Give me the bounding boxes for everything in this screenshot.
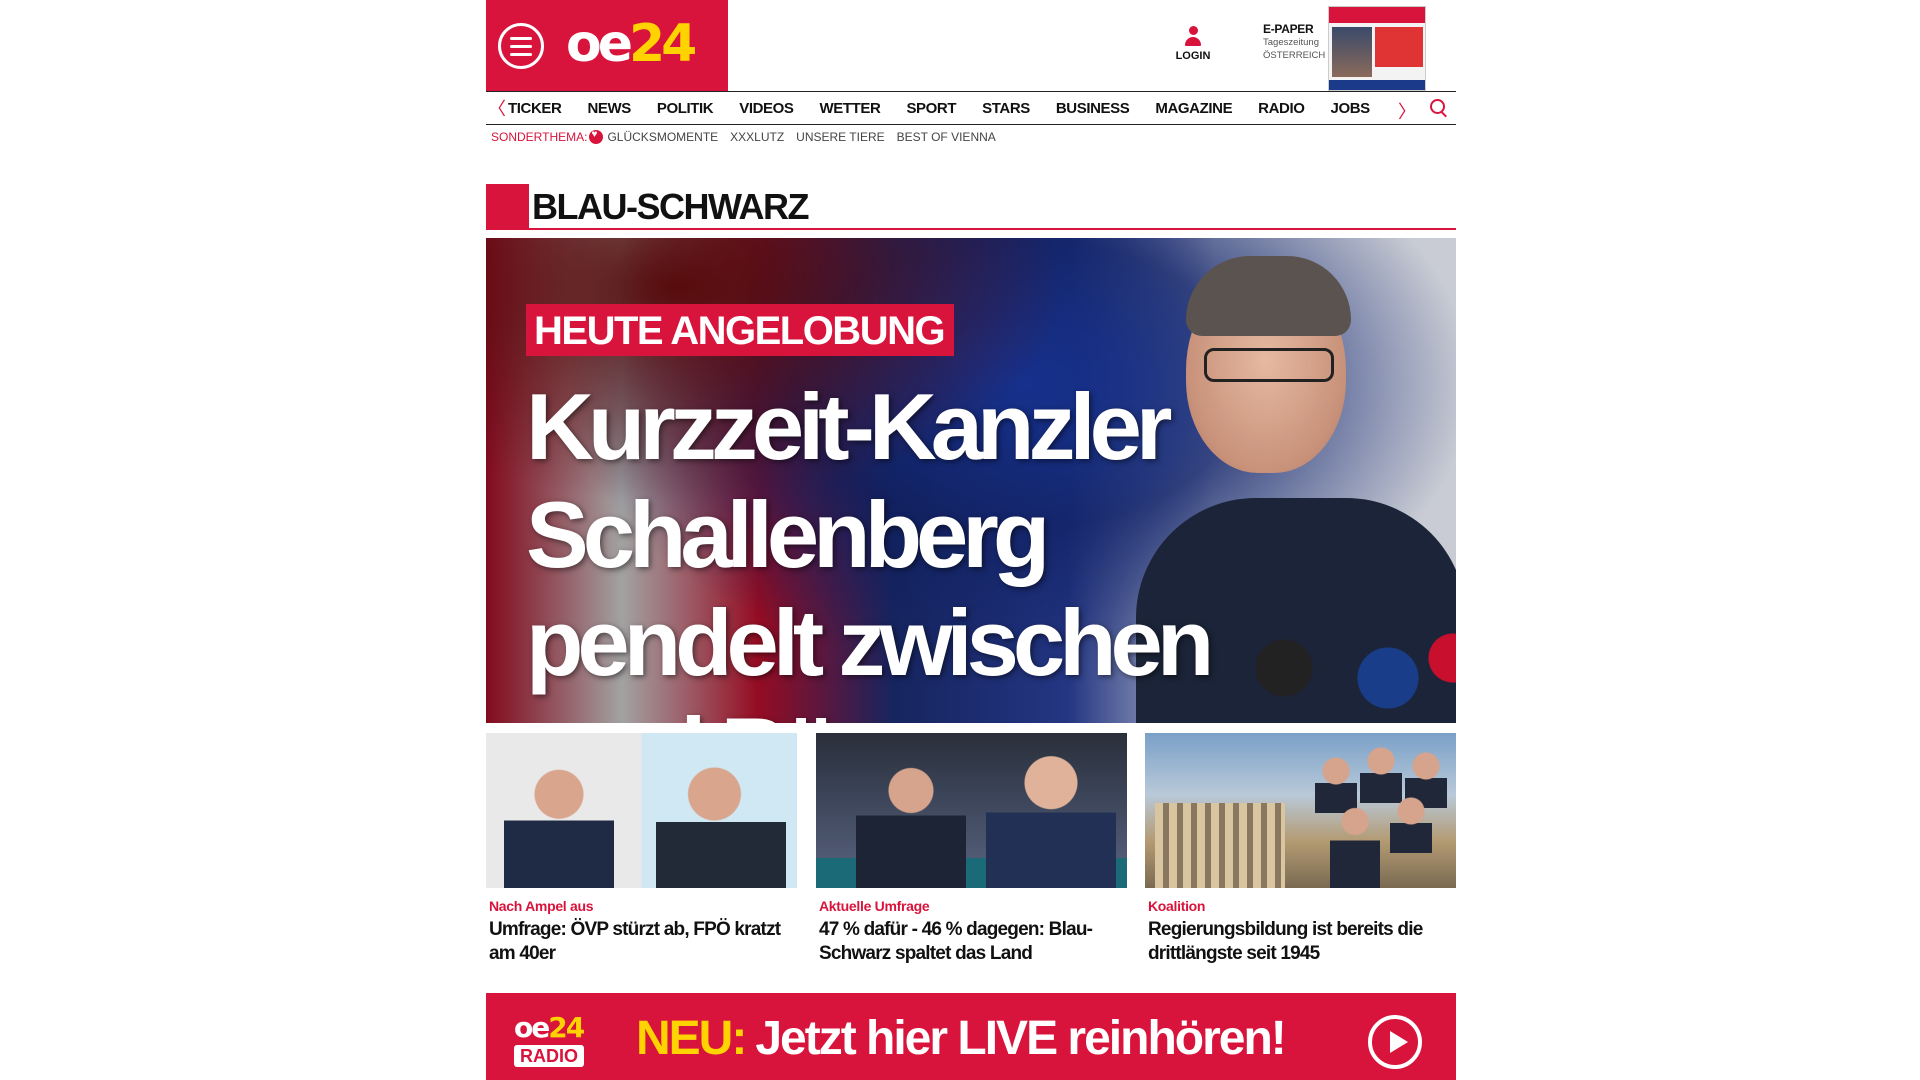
nav-item-politik[interactable]: POLITIK	[657, 100, 714, 117]
search-icon[interactable]	[1430, 99, 1448, 117]
nav-item-videos[interactable]: VIDEOS	[739, 100, 794, 117]
teaser-title[interactable]: 47 % dafür - 46 % dagegen: Blau-Schwarz …	[816, 918, 1127, 966]
teaser-kicker: Aktuelle Umfrage	[819, 898, 930, 914]
epaper-title: E-PAPER	[1263, 22, 1314, 36]
nav-item-radio[interactable]: RADIO	[1258, 100, 1305, 117]
teaser-title[interactable]: Umfrage: ÖVP stürzt ab, FPÖ kratzt am 40…	[486, 918, 797, 966]
hero-headline[interactable]: Kurzzeit-Kanzler Schallenberg pendelt zw…	[526, 373, 1286, 723]
nav-item-ticker[interactable]: TICKER	[508, 100, 562, 117]
special-topic-unsere-tiere[interactable]: UNSERE TIERE	[796, 130, 884, 144]
special-topic-gluecksmomente[interactable]: GLÜCKSMOMENTE	[607, 130, 718, 144]
teaser-row: Nach Ampel aus Umfrage: ÖVP stürzt ab, F…	[486, 733, 1456, 973]
hero-kicker: HEUTE ANGELOBUNG	[526, 304, 955, 356]
special-topics-bar: SONDERTHEMA: GLÜCKSMOMENTE XXXLUTZ UNSER…	[491, 129, 1008, 144]
teaser-image[interactable]	[816, 733, 1127, 888]
teaser-card[interactable]: Aktuelle Umfrage 47 % dafür - 46 % dageg…	[816, 733, 1127, 966]
logo-oe: oe	[566, 14, 633, 74]
epaper-link[interactable]: E-PAPER Tageszeitung ÖSTERREICH	[1263, 22, 1333, 62]
special-topic-xxxlutz[interactable]: XXXLUTZ	[730, 130, 784, 144]
site-header: oe24 LOGIN E-PAPER Tageszeitung ÖSTERREI…	[486, 0, 1456, 144]
nav-item-news[interactable]: NEWS	[587, 100, 631, 117]
special-topics-label: SONDERTHEMA:	[491, 130, 588, 144]
teaser-image[interactable]	[1145, 733, 1456, 888]
user-icon	[1184, 26, 1202, 48]
teaser-title[interactable]: Regierungsbildung ist bereits die drittl…	[1145, 918, 1456, 966]
site-logo[interactable]: oe24	[566, 14, 697, 74]
login-label: LOGIN	[1175, 50, 1211, 62]
nav-item-business[interactable]: BUSINESS	[1056, 100, 1130, 117]
teaser-card[interactable]: Nach Ampel aus Umfrage: ÖVP stürzt ab, F…	[486, 733, 797, 966]
radio-banner-text: NEU: Jetzt hier LIVE reinhören!	[636, 1011, 1287, 1067]
nav-item-jobs[interactable]: JOBS	[1331, 100, 1371, 117]
teaser-kicker: Nach Ampel aus	[489, 898, 594, 914]
main-nav: 〈 TICKER NEWS POLITIK VIDEOS WETTER SPOR…	[486, 91, 1456, 125]
menu-icon[interactable]	[498, 23, 544, 69]
radio-new-label: NEU:	[636, 1012, 747, 1065]
radio-logo: oe24 RADIO	[514, 1013, 606, 1077]
radio-live-banner[interactable]: oe24 RADIO NEU: Jetzt hier LIVE reinhören…	[486, 993, 1456, 1080]
nav-item-stars[interactable]: STARS	[982, 100, 1030, 117]
section-marker	[486, 184, 529, 228]
nav-item-sport[interactable]: SPORT	[906, 100, 956, 117]
radio-logo-label: RADIO	[514, 1045, 584, 1067]
heart-icon	[589, 129, 604, 144]
teaser-card[interactable]: Koalition Regierungsbildung ist bereits …	[1145, 733, 1456, 966]
logo-box: oe24	[486, 0, 728, 91]
teaser-image[interactable]	[486, 733, 797, 888]
nav-prev-chevron-icon[interactable]: 〈	[486, 95, 508, 121]
page: oe24 LOGIN E-PAPER Tageszeitung ÖSTERREI…	[486, 0, 1456, 1080]
section-title[interactable]: BLAU-SCHWARZ	[532, 186, 809, 228]
epaper-subtitle-1: Tageszeitung	[1263, 37, 1319, 48]
nav-item-magazine[interactable]: MAGAZINE	[1155, 100, 1232, 117]
logo-24: 24	[629, 14, 697, 74]
nav-item-wetter[interactable]: WETTER	[820, 100, 881, 117]
teaser-kicker: Koalition	[1148, 898, 1206, 914]
epaper-subtitle-2: ÖSTERREICH	[1263, 50, 1326, 61]
epaper-cover-thumbnail[interactable]	[1328, 6, 1426, 91]
hero-article[interactable]: HEUTE ANGELOBUNG Kurzzeit-Kanzler Schall…	[486, 238, 1456, 723]
special-topic-best-of-vienna[interactable]: BEST OF VIENNA	[897, 130, 996, 144]
radio-cta-text: Jetzt hier LIVE reinhören!	[755, 1012, 1286, 1065]
login-button[interactable]: LOGIN	[1168, 26, 1218, 62]
section-header: BLAU-SCHWARZ	[486, 184, 1456, 230]
radio-logo-24: 24	[548, 1011, 585, 1044]
play-icon[interactable]	[1368, 1015, 1422, 1069]
radio-logo-oe: oe	[514, 1011, 550, 1044]
nav-next-chevron-icon[interactable]: 〉	[1398, 98, 1416, 124]
